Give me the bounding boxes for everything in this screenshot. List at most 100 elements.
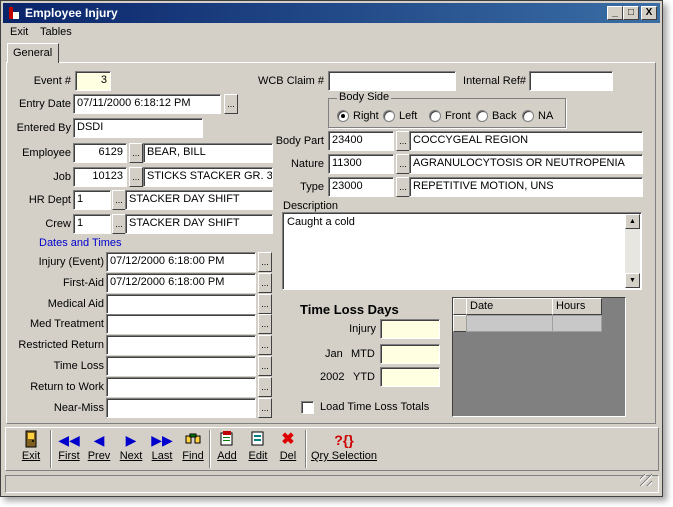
body-side-back-label: Back (492, 110, 517, 122)
grid-header-hours[interactable]: Hours (552, 298, 602, 315)
hr-dept-id-field[interactable]: 1 (73, 190, 111, 210)
first-aid-picker-button[interactable]: ... (258, 273, 272, 293)
wcb-claim-field[interactable] (328, 71, 456, 91)
time-loss-label: Time Loss (53, 360, 104, 372)
maximize-button[interactable]: □ (623, 6, 639, 20)
medical-aid-picker-button[interactable]: ... (258, 294, 272, 314)
nature-label: Nature (290, 158, 324, 170)
near-miss-picker-button[interactable]: ... (258, 398, 272, 418)
time-loss-days-title: Time Loss Days (300, 302, 399, 317)
entry-date-picker-button[interactable]: ... (224, 94, 238, 114)
resize-grip-icon[interactable] (640, 474, 652, 486)
body-part-code-field[interactable]: 23400 (328, 131, 394, 151)
restricted-return-date-field[interactable] (106, 335, 256, 355)
description-textarea[interactable]: Caught a cold ▲ ▼ (282, 212, 642, 290)
entered-by-field[interactable]: DSDI (73, 118, 203, 138)
grid-header-date[interactable]: Date (466, 298, 553, 315)
event-number-field[interactable]: 3 (75, 71, 111, 91)
menu-exit[interactable]: Exit (10, 26, 28, 38)
edit-button[interactable]: Edit (245, 430, 271, 468)
employee-name-field: BEAR, BILL (143, 143, 273, 163)
status-bar (5, 474, 659, 493)
scroll-down-arrow-icon[interactable]: ▼ (625, 273, 640, 288)
restricted-return-picker-button[interactable]: ... (258, 335, 272, 355)
find-button[interactable]: Find (180, 430, 206, 468)
previous-record-icon: ◀ (93, 432, 105, 448)
find-binoculars-icon (180, 430, 206, 450)
dates-section-title: Dates and Times (39, 237, 122, 249)
first-aid-date-field[interactable]: 07/12/2000 6:18:00 PM (106, 273, 256, 293)
body-part-label: Body Part (275, 135, 324, 147)
last-button-label: Last (151, 450, 173, 462)
body-side-back-radio[interactable] (476, 110, 488, 122)
menu-bar: Exit Tables (3, 24, 660, 42)
close-button[interactable]: X (641, 6, 657, 20)
time-loss-date-field[interactable] (106, 356, 256, 376)
scroll-up-arrow-icon[interactable]: ▲ (625, 214, 640, 229)
delete-x-icon: ✖ (281, 431, 295, 448)
time-loss-picker-button[interactable]: ... (258, 356, 272, 376)
job-lookup-button[interactable]: ... (129, 167, 143, 187)
exit-button[interactable]: Exit (16, 430, 46, 468)
time-loss-grid[interactable]: Date Hours (452, 297, 626, 417)
crew-lookup-button[interactable]: ... (112, 214, 126, 234)
body-side-front-radio[interactable] (429, 110, 441, 122)
edit-record-icon (245, 430, 271, 450)
query-selection-button[interactable]: ?{} Qry Selection (309, 430, 379, 468)
hr-dept-name-field: STACKER DAY SHIFT (125, 190, 273, 210)
medical-aid-date-field[interactable] (106, 294, 256, 314)
grid-row-selector[interactable] (453, 315, 467, 332)
near-miss-date-field[interactable] (106, 398, 256, 418)
body-part-lookup-button[interactable]: ... (396, 131, 410, 151)
body-side-na-radio[interactable] (522, 110, 534, 122)
first-record-button[interactable]: ◀◀ First (56, 430, 82, 468)
qry-selection-button-label: Qry Selection (310, 450, 378, 462)
door-exit-icon (16, 430, 46, 450)
add-button[interactable]: Add (214, 430, 240, 468)
injury-event-date-field[interactable]: 07/12/2000 6:18:00 PM (106, 252, 256, 272)
load-time-loss-checkbox[interactable] (301, 401, 314, 414)
injury-event-picker-button[interactable]: ... (258, 252, 272, 272)
internal-ref-field[interactable] (529, 71, 613, 91)
grid-cell-date[interactable] (466, 315, 553, 332)
employee-lookup-button[interactable]: ... (129, 143, 143, 163)
return-to-work-date-field[interactable] (106, 377, 256, 397)
title-bar: Employee Injury _ □ X (3, 3, 660, 23)
body-side-right-radio[interactable] (337, 110, 349, 122)
med-treatment-picker-button[interactable]: ... (258, 314, 272, 334)
minimize-button[interactable]: _ (607, 6, 623, 20)
return-to-work-picker-button[interactable]: ... (258, 377, 272, 397)
type-lookup-button[interactable]: ... (396, 177, 410, 197)
body-side-left-radio[interactable] (383, 110, 395, 122)
next-record-button[interactable]: ▶ Next (118, 430, 144, 468)
delete-button[interactable]: ✖ Del (276, 430, 300, 468)
year-label: 2002 (320, 371, 345, 383)
hr-dept-label: HR Dept (28, 194, 71, 206)
tab-general[interactable]: General (7, 43, 59, 63)
job-id-field[interactable]: 10123 (73, 167, 127, 187)
type-desc-field: REPETITIVE MOTION, UNS (409, 177, 643, 197)
description-scrollbar[interactable]: ▲ ▼ (625, 214, 640, 288)
body-side-left-label: Left (399, 110, 418, 122)
menu-tables[interactable]: Tables (40, 26, 72, 38)
med-treatment-date-field[interactable] (106, 314, 256, 334)
entry-date-field[interactable]: 07/11/2000 6:18:12 PM (73, 94, 221, 114)
crew-id-field[interactable]: 1 (73, 214, 111, 234)
mtd-days-field (380, 344, 440, 364)
description-label: Description (283, 200, 339, 212)
previous-record-button[interactable]: ◀ Prev (86, 430, 112, 468)
hr-dept-lookup-button[interactable]: ... (112, 190, 126, 210)
toolbar-separator (305, 430, 307, 468)
next-button-label: Next (119, 450, 143, 462)
grid-cell-hours[interactable] (552, 315, 602, 332)
toolbar-separator (50, 430, 52, 468)
toolbar-separator (209, 430, 211, 468)
event-label: Event # (33, 75, 71, 87)
nature-code-field[interactable]: 11300 (328, 154, 394, 174)
type-code-field[interactable]: 23000 (328, 177, 394, 197)
last-record-button[interactable]: ▶▶ Last (149, 430, 175, 468)
employee-id-field[interactable]: 6129 (73, 143, 127, 163)
add-record-icon (214, 430, 240, 450)
nature-lookup-button[interactable]: ... (396, 154, 410, 174)
find-button-label: Find (182, 450, 204, 462)
